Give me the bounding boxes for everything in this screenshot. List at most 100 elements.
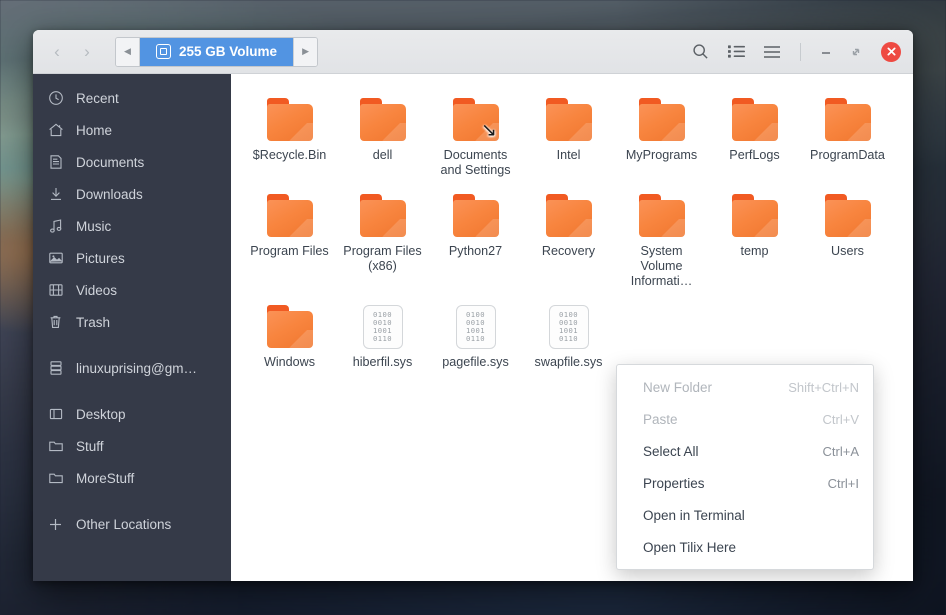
sidebar-label: Home: [76, 123, 112, 138]
folder-icon: [266, 186, 314, 238]
context-menu-item-shortcut: Ctrl+I: [828, 476, 859, 491]
context-menu-item[interactable]: Open in Terminal: [617, 499, 873, 531]
sidebar-item-trash[interactable]: Trash: [33, 306, 231, 338]
folder-icon: [824, 186, 872, 238]
file-name-label: Users: [805, 244, 891, 259]
icon-grid: $Recycle.Bin dell↙Documents and SettingsI…: [237, 88, 907, 370]
image-icon: [47, 250, 64, 267]
sidebar-item-other-locations[interactable]: Other Locations: [33, 508, 231, 540]
forward-button[interactable]: ›: [73, 38, 101, 66]
maximize-button[interactable]: [843, 39, 869, 65]
context-menu-item[interactable]: Open Tilix Here: [617, 531, 873, 563]
search-icon[interactable]: [684, 37, 716, 67]
binary-bits-label: 0100001010010110: [373, 311, 392, 344]
folder-icon: [359, 90, 407, 142]
symlink-arrow-icon: ↙: [479, 120, 499, 140]
sidebar-item-recent[interactable]: Recent: [33, 82, 231, 114]
sidebar-label: Recent: [76, 91, 119, 106]
breadcrumb-item-volume[interactable]: 255 GB Volume: [140, 38, 293, 66]
desktop-icon: [47, 406, 64, 423]
folder-icon: [545, 90, 593, 142]
file-item[interactable]: Intel: [522, 88, 615, 178]
context-menu-item[interactable]: Properties Ctrl+I: [617, 467, 873, 499]
folder-icon: [266, 297, 314, 349]
pathbar-scroll-left-icon[interactable]: ◀: [116, 38, 140, 66]
sidebar-divider-1: [33, 338, 231, 352]
folder-outline-icon: [47, 470, 64, 487]
clock-icon: [47, 90, 64, 107]
sidebar-item-account[interactable]: linuxuprising@gm…: [33, 352, 231, 384]
sidebar-item-morestuff[interactable]: MoreStuff: [33, 462, 231, 494]
sidebar-item-documents[interactable]: Documents: [33, 146, 231, 178]
file-name-label: Program Files: [247, 244, 333, 259]
file-item[interactable]: Recovery: [522, 184, 615, 289]
binary-bits-label: 0100001010010110: [466, 311, 485, 344]
file-item[interactable]: System Volume Informati…: [615, 184, 708, 289]
file-item[interactable]: Users: [801, 184, 894, 289]
file-item[interactable]: MyPrograms: [615, 88, 708, 178]
file-item[interactable]: $Recycle.Bin: [243, 88, 336, 178]
context-menu-item-shortcut: Ctrl+V: [823, 412, 859, 427]
document-icon: [47, 154, 64, 171]
pathbar-scroll-right-icon[interactable]: ▶: [293, 38, 317, 66]
folder-icon: ↙: [452, 90, 500, 142]
file-item[interactable]: Program Files: [243, 184, 336, 289]
plus-icon: [47, 516, 64, 533]
sidebar-item-stuff[interactable]: Stuff: [33, 430, 231, 462]
file-item[interactable]: ProgramData: [801, 88, 894, 178]
context-menu-item-label: Properties: [643, 476, 705, 491]
list-view-icon[interactable]: [720, 37, 752, 67]
sidebar-item-music[interactable]: Music: [33, 210, 231, 242]
folder-icon: [731, 90, 779, 142]
folder-icon: [545, 186, 593, 238]
file-item[interactable]: Program Files (x86): [336, 184, 429, 289]
folder-icon: [359, 186, 407, 238]
sidebar-label: Videos: [76, 283, 117, 298]
file-name-label: Windows: [247, 355, 333, 370]
sidebar-item-pictures[interactable]: Pictures: [33, 242, 231, 274]
folder-icon: [638, 90, 686, 142]
file-list-view[interactable]: $Recycle.Bin dell↙Documents and SettingsI…: [231, 74, 913, 581]
file-item[interactable]: dell: [336, 88, 429, 178]
close-button[interactable]: [881, 42, 901, 62]
file-item[interactable]: 0100001010010110hiberfil.sys: [336, 295, 429, 370]
file-name-label: PerfLogs: [712, 148, 798, 163]
binary-file-icon: 0100001010010110: [363, 297, 403, 349]
breadcrumb: ◀ 255 GB Volume ▶: [115, 37, 318, 67]
sidebar-item-videos[interactable]: Videos: [33, 274, 231, 306]
hamburger-menu-icon[interactable]: [756, 37, 788, 67]
context-menu-item: New FolderShift+Ctrl+N: [617, 371, 873, 403]
file-item[interactable]: Windows: [243, 295, 336, 370]
file-item[interactable]: 0100001010010110 swapfile.sys: [522, 295, 615, 370]
file-item[interactable]: ↙Documents and Settings: [429, 88, 522, 178]
sidebar-label: Music: [76, 219, 111, 234]
folder-icon: [452, 186, 500, 238]
sidebar-item-downloads[interactable]: Downloads: [33, 178, 231, 210]
folder-icon: [731, 186, 779, 238]
sidebar-label: Trash: [76, 315, 110, 330]
sidebar-label: Desktop: [76, 407, 126, 422]
binary-file-icon: 0100001010010110: [549, 297, 589, 349]
sidebar-label: Pictures: [76, 251, 125, 266]
folder-outline-icon: [47, 438, 64, 455]
file-item[interactable]: 0100001010010110 pagefile.sys: [429, 295, 522, 370]
drive-icon: [156, 44, 171, 59]
sidebar-label: linuxuprising@gm…: [76, 361, 197, 376]
context-menu-item[interactable]: Select AllCtrl+A: [617, 435, 873, 467]
file-item[interactable]: temp: [708, 184, 801, 289]
file-name-label: pagefile.sys: [433, 355, 519, 370]
music-note-icon: [47, 218, 64, 235]
context-menu-item-label: Select All: [643, 444, 699, 459]
minimize-button[interactable]: [813, 39, 839, 65]
sidebar-divider-2: [33, 384, 231, 398]
file-item[interactable]: Python27: [429, 184, 522, 289]
file-item[interactable]: PerfLogs: [708, 88, 801, 178]
file-name-label: swapfile.sys: [526, 355, 612, 370]
sidebar-item-desktop[interactable]: Desktop: [33, 398, 231, 430]
file-name-label: Python27: [433, 244, 519, 259]
back-button[interactable]: ‹: [43, 38, 71, 66]
sidebar-item-home[interactable]: Home: [33, 114, 231, 146]
header-divider: [800, 43, 801, 61]
window-header-bar: ‹ › ◀ 255 GB Volume ▶: [33, 30, 913, 74]
file-name-label: dell: [340, 148, 426, 163]
